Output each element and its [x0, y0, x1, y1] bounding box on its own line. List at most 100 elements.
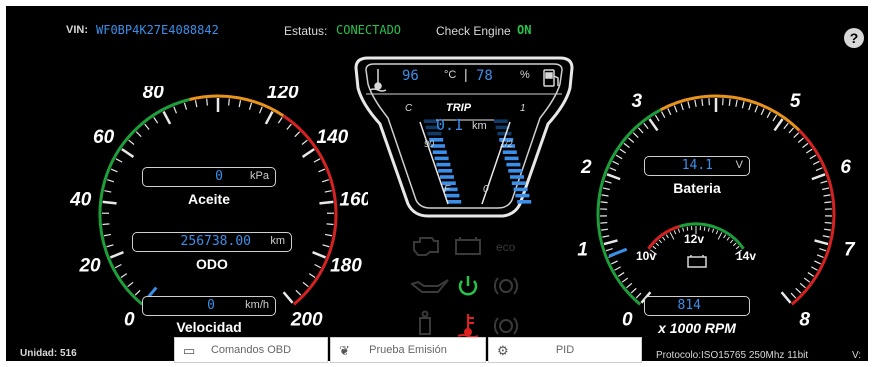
volt-tick	[726, 236, 730, 241]
tach-tick	[680, 103, 684, 111]
speed-tick-label: 180	[330, 256, 362, 277]
left-bars-segment	[432, 150, 447, 154]
tach-tick	[773, 118, 784, 132]
tach-tick	[602, 235, 610, 238]
tach-tick	[795, 287, 802, 294]
tach-tick	[788, 127, 795, 134]
tab-obd-commands[interactable]: ▭ Comandos OBD	[174, 337, 328, 363]
tach-tick	[604, 180, 612, 184]
fuel-level-value: 78	[476, 68, 493, 84]
tach-tick	[621, 277, 629, 283]
tach-tick	[823, 228, 831, 231]
volt-tick	[673, 230, 677, 235]
fuel-scale-half: 1/2	[500, 139, 513, 149]
coolant-temp-value: 96	[402, 68, 419, 84]
oil-pressure-display: 0 kPa	[142, 167, 276, 187]
tach-tick-label: 4	[710, 86, 722, 87]
tach-tick	[760, 108, 765, 116]
tach-tick	[687, 101, 691, 109]
tach-tick	[735, 99, 738, 107]
version-label: V:	[852, 350, 862, 361]
tach-tick	[811, 173, 826, 181]
tach-tick-label: 5	[790, 91, 801, 112]
tach-tick	[617, 272, 625, 277]
battery-value: 14.1	[681, 158, 713, 173]
battery-unit: V	[735, 159, 743, 171]
speed-tick	[107, 179, 115, 183]
trip-value: 0.1	[436, 116, 464, 134]
tach-tick	[654, 114, 660, 122]
speed-tick	[194, 100, 198, 108]
volt-tick	[711, 228, 715, 233]
speed-tick-label: 20	[78, 256, 101, 277]
tach-tick-label: 6	[840, 157, 851, 178]
tach-tick	[602, 187, 610, 191]
battery-warning-icon	[455, 237, 481, 255]
speed-tick	[183, 102, 188, 110]
battery-label: Bateria	[673, 180, 721, 196]
tach-tick	[600, 201, 608, 204]
speed-tick	[326, 223, 334, 226]
tach-tick	[780, 291, 792, 304]
battery-icon	[687, 255, 707, 268]
left-bars-segment	[436, 162, 451, 167]
speed-tick	[314, 263, 322, 269]
help-button[interactable]: ?	[844, 28, 864, 48]
tach-tick	[793, 132, 800, 139]
vin-value: WF0BP4K27E4088842	[96, 23, 219, 37]
rpm-label: x 1000 RPM	[658, 320, 736, 336]
right-bars-segment	[513, 187, 528, 192]
speed-tick-label: 80	[143, 86, 165, 103]
tach-tick	[637, 127, 644, 134]
speed-tick	[162, 110, 172, 125]
tach-tick	[806, 148, 813, 154]
tach-tick-label: 7	[844, 240, 856, 261]
fuel-level-unit: %	[520, 69, 530, 81]
tach-tick	[824, 201, 832, 204]
speed-tick	[134, 289, 141, 296]
speed-tick	[228, 98, 230, 106]
speed-tick	[206, 98, 208, 106]
right-bars-segment	[502, 150, 517, 154]
tach-tick	[790, 292, 797, 299]
tach-tick	[811, 266, 818, 271]
speed-tick	[294, 131, 301, 138]
tach-tick	[615, 154, 623, 160]
speed-display: 0 km/h	[142, 296, 276, 316]
tach-tick	[809, 154, 817, 160]
coolant-scale-hot: F	[444, 184, 451, 195]
speed-tick	[322, 244, 330, 248]
speed-tick	[102, 223, 110, 226]
rpm-value: 814	[677, 298, 701, 313]
tab-emission-test[interactable]: ❦ Prueba Emisión	[330, 337, 486, 363]
right-bars-segment	[504, 156, 519, 161]
speed-tick	[308, 273, 316, 279]
tach-tick	[606, 173, 621, 181]
volt-tick	[715, 230, 719, 235]
tach-tick	[823, 194, 831, 197]
tach-tick	[619, 148, 626, 154]
tach-tick	[628, 137, 635, 143]
tab-pid[interactable]: ⚙ PID	[488, 337, 642, 363]
tach-tick	[623, 142, 630, 149]
tach-tick	[820, 180, 828, 184]
tach-tick	[601, 194, 609, 197]
rpm-needle	[608, 247, 628, 258]
check-engine-value: ON	[517, 23, 532, 37]
seatbelt-icon	[419, 310, 431, 335]
oil-pressure-unit: kPa	[250, 170, 269, 182]
tach-tick	[643, 122, 649, 130]
speed-tick	[128, 139, 135, 145]
coolant-warning-icon	[457, 314, 479, 338]
rpm-display: 814	[644, 296, 750, 316]
tach-tick	[802, 142, 809, 149]
volt-tick	[677, 228, 681, 233]
right-bars-segment	[510, 175, 524, 179]
fuel-scale-empty: 0	[483, 184, 489, 195]
volt-tick	[729, 239, 734, 244]
check-engine-label: Check Engine	[436, 24, 511, 38]
divider-bar: |	[464, 66, 468, 82]
tach-tick-label: 2	[580, 157, 592, 178]
eco-indicator: eco	[496, 240, 516, 254]
speed-tick	[121, 148, 135, 158]
